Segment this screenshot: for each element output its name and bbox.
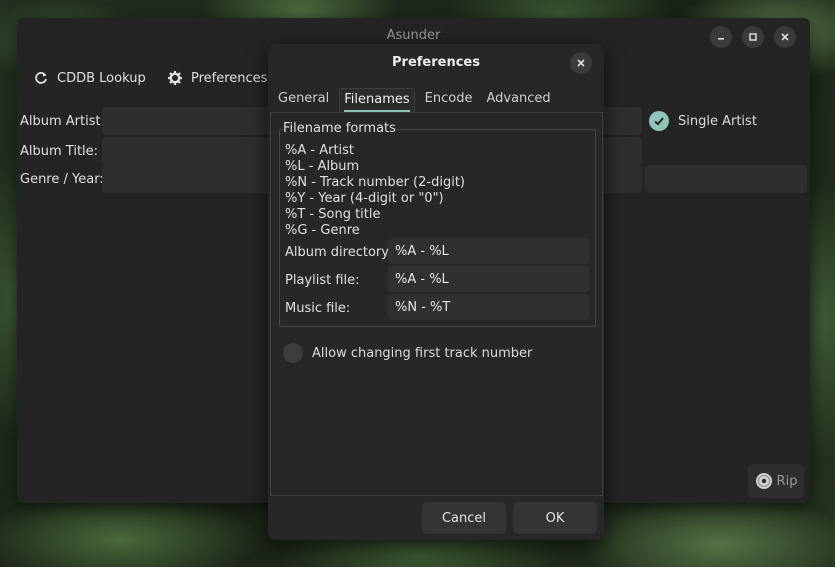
filename-formats-label: Filename formats: [282, 121, 397, 136]
allow-first-track-label: Allow changing first track number: [312, 345, 533, 361]
tab-general-label: General: [278, 91, 330, 106]
single-artist-label: Single Artist: [678, 113, 757, 129]
tab-advanced[interactable]: Advanced: [482, 88, 554, 112]
tab-advanced-label: Advanced: [486, 91, 551, 106]
music-file-input[interactable]: [388, 294, 590, 320]
preferences-label: Preferences: [191, 70, 268, 86]
tab-encode-label: Encode: [424, 91, 473, 106]
allow-first-track-toggle[interactable]: Allow changing first track number: [283, 343, 532, 363]
rip-label: Rip: [776, 473, 798, 489]
minimize-button[interactable]: [710, 26, 732, 48]
ok-button[interactable]: OK: [513, 502, 597, 534]
tab-encode[interactable]: Encode: [421, 88, 477, 112]
filenames-page: %A - Artist %L - Album %N - Track number…: [270, 112, 603, 496]
album-artist-label: Album Artist:: [20, 114, 105, 129]
playlist-file-input[interactable]: [388, 266, 590, 292]
preferences-button[interactable]: Preferences: [167, 68, 267, 88]
music-file-label: Music file:: [285, 301, 351, 316]
format-line: %L - Album: [285, 159, 360, 174]
close-button[interactable]: [774, 26, 796, 48]
album-directory-label: Album directory:: [285, 245, 393, 260]
format-line: %G - Genre: [285, 223, 360, 238]
cancel-button[interactable]: Cancel: [422, 502, 506, 534]
refresh-icon: [35, 72, 47, 84]
album-directory-input[interactable]: [388, 238, 590, 264]
tab-general[interactable]: General: [274, 88, 333, 112]
tab-filenames-label: Filenames: [344, 92, 410, 107]
dialog-close-button[interactable]: [570, 52, 592, 74]
close-icon: [781, 33, 789, 41]
check-icon: [649, 111, 669, 131]
rip-button[interactable]: Rip: [748, 464, 804, 498]
unchecked-circle-icon: [283, 343, 303, 363]
close-icon: [577, 59, 585, 67]
playlist-file-label: Playlist file:: [285, 273, 360, 288]
tab-bar: General Filenames Encode Advanced: [274, 88, 561, 114]
dialog-title: Preferences: [392, 55, 480, 70]
format-line: %T - Song title: [285, 207, 381, 222]
format-line: %Y - Year (4-digit or "0"): [285, 191, 444, 206]
year-input[interactable]: [645, 165, 807, 193]
minimize-icon: [718, 38, 724, 40]
genre-year-label: Genre / Year:: [20, 172, 104, 187]
cddb-lookup-button[interactable]: CDDB Lookup: [33, 68, 146, 88]
disc-icon: [755, 473, 772, 489]
gear-icon: [168, 71, 182, 85]
single-artist-toggle[interactable]: Single Artist: [649, 111, 757, 131]
album-title-label: Album Title:: [20, 144, 99, 159]
preferences-dialog: Preferences General Filenames Encode Adv…: [268, 44, 604, 540]
maximize-icon: [749, 33, 757, 41]
window-title: Asunder: [386, 28, 441, 43]
maximize-button[interactable]: [742, 26, 764, 48]
cddb-lookup-label: CDDB Lookup: [57, 70, 146, 86]
filename-formats-frame: %A - Artist %L - Album %N - Track number…: [279, 129, 596, 327]
format-line: %A - Artist: [285, 143, 355, 158]
format-line: %N - Track number (2-digit): [285, 175, 465, 190]
tab-filenames[interactable]: Filenames: [339, 88, 415, 112]
